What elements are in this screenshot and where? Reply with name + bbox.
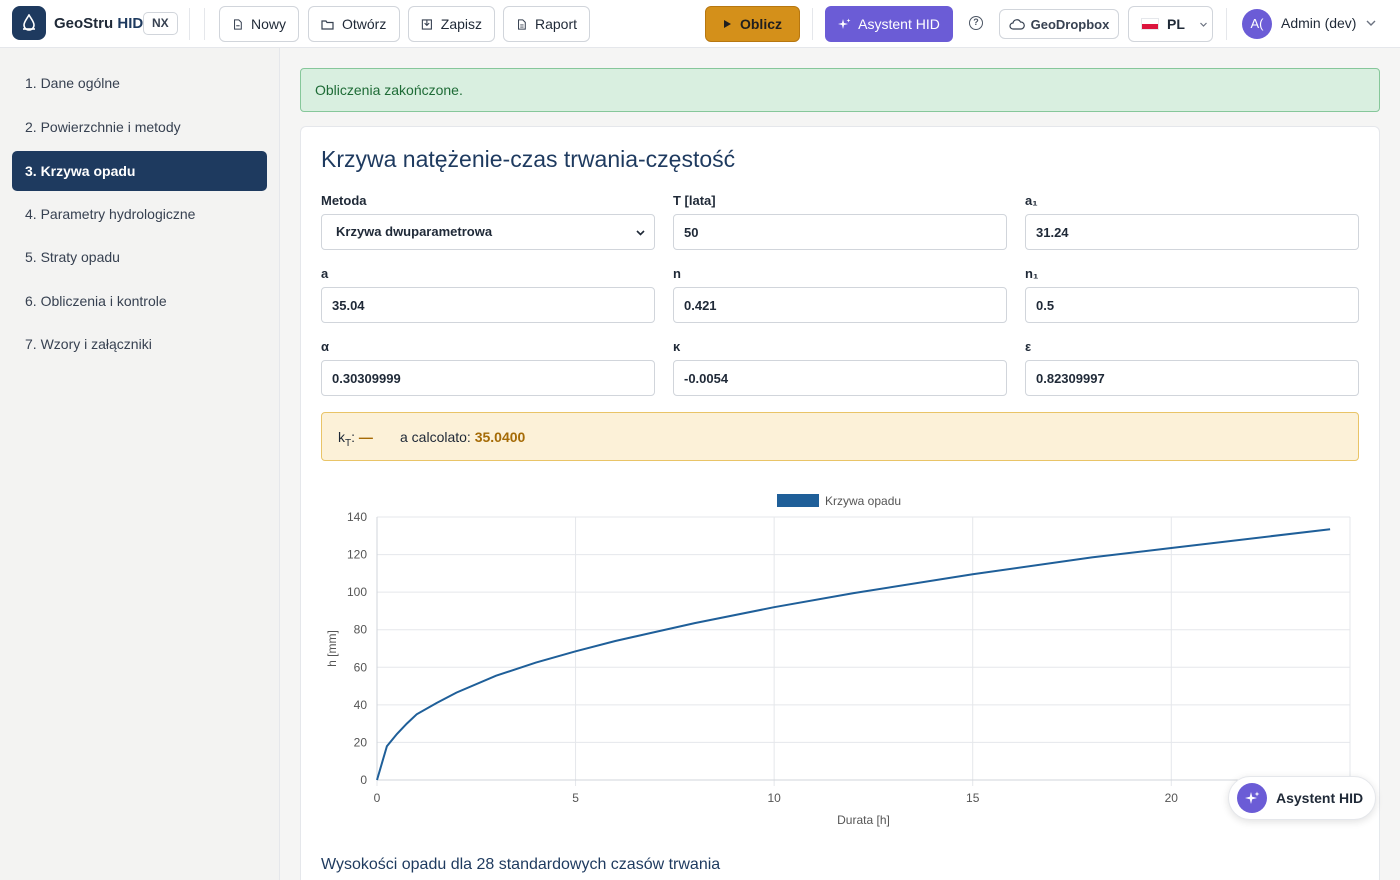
top-bar: GeoStru HID NX Nowy Otwórz Zapisz Raport… bbox=[0, 0, 1400, 48]
epsilon-label: ε bbox=[1025, 339, 1032, 354]
y-tick-label: 60 bbox=[354, 660, 368, 674]
a1-label: a₁ bbox=[1025, 193, 1038, 208]
legend-swatch bbox=[777, 494, 819, 507]
t-input[interactable] bbox=[673, 214, 1007, 250]
metoda-label: Metoda bbox=[321, 193, 367, 208]
assistant-fab-label: Asystent HID bbox=[1276, 790, 1364, 806]
a-input[interactable] bbox=[321, 287, 655, 323]
calculate-button[interactable]: Oblicz bbox=[705, 6, 800, 42]
x-axis-label: Durata [h] bbox=[837, 813, 890, 827]
save-icon bbox=[421, 18, 432, 30]
chevron-down-icon bbox=[1199, 22, 1207, 27]
divider bbox=[204, 8, 205, 40]
edition-badge: NX bbox=[143, 12, 178, 35]
chart-svg: 0 20 40 60 80 100 120 140 0 5 10 15 20 Krzywa opadu Du… bbox=[325, 494, 1351, 827]
page-title: Krzywa natężenie-czas trwania-częstość bbox=[321, 146, 736, 172]
geodropbox-button[interactable]: GeoDropbox bbox=[999, 9, 1119, 39]
language-select[interactable]: PL bbox=[1128, 6, 1213, 42]
alpha-label: α bbox=[321, 339, 329, 354]
sidebar-item-straty[interactable]: 5. Straty opadu bbox=[12, 237, 267, 277]
divider bbox=[1226, 8, 1227, 40]
app-logo[interactable] bbox=[12, 6, 46, 40]
x-tick-label: 0 bbox=[374, 791, 381, 805]
alpha-input[interactable] bbox=[321, 360, 655, 396]
cloud-icon bbox=[1009, 18, 1025, 30]
avatar[interactable]: A( bbox=[1242, 9, 1272, 39]
t-label: T [lata] bbox=[673, 193, 716, 208]
brand-name: GeoStru HID bbox=[54, 15, 144, 32]
sidebar-item-wzory[interactable]: 7. Wzory i załączniki bbox=[12, 324, 267, 364]
n-label: n bbox=[673, 266, 681, 281]
document-icon bbox=[518, 18, 526, 30]
divider bbox=[189, 8, 190, 40]
a-calcolato-value: 35.0400 bbox=[474, 429, 526, 445]
y-tick-label: 40 bbox=[354, 698, 368, 712]
kappa-input[interactable] bbox=[673, 360, 1007, 396]
poland-flag-icon bbox=[1141, 18, 1159, 30]
success-alert: Obliczenia zakończone. bbox=[300, 68, 1380, 112]
folder-icon bbox=[321, 19, 334, 30]
sparkle-icon bbox=[838, 18, 851, 29]
epsilon-input[interactable] bbox=[1025, 360, 1359, 396]
sidebar: 1. Dane ogólne 2. Powierzchnie i metody … bbox=[0, 48, 280, 880]
kt-label: kT: — bbox=[338, 429, 373, 449]
open-button[interactable]: Otwórz bbox=[308, 6, 400, 42]
kappa-label: κ bbox=[673, 339, 681, 354]
chevron-down-icon[interactable] bbox=[1365, 17, 1377, 29]
y-tick-label: 140 bbox=[347, 510, 367, 524]
n1-label: n₁ bbox=[1025, 266, 1039, 281]
sidebar-item-krzywa-opadu[interactable]: 3. Krzywa opadu bbox=[12, 151, 267, 191]
save-button[interactable]: Zapisz bbox=[408, 6, 495, 42]
file-icon bbox=[234, 18, 242, 30]
user-name[interactable]: Admin (dev) bbox=[1281, 15, 1356, 31]
n1-input[interactable] bbox=[1025, 287, 1359, 323]
a-label: a bbox=[321, 266, 329, 281]
sparkle-icon bbox=[1237, 783, 1267, 813]
kt-value: — bbox=[358, 429, 373, 445]
rainfall-chart: 0 20 40 60 80 100 120 140 0 5 10 15 20 Krzywa opadu Du… bbox=[321, 485, 1359, 830]
durations-table-title: Wysokości opadu dla 28 standardowych cza… bbox=[321, 856, 721, 873]
sidebar-item-parametry[interactable]: 4. Parametry hydrologiczne bbox=[12, 194, 267, 234]
chevron-down-icon bbox=[636, 230, 645, 236]
a1-input[interactable] bbox=[1025, 214, 1359, 250]
y-tick-label: 120 bbox=[347, 548, 367, 562]
y-tick-label: 20 bbox=[354, 735, 368, 749]
y-tick-label: 100 bbox=[347, 585, 367, 599]
sidebar-item-obliczenia[interactable]: 6. Obliczenia i kontrole bbox=[12, 281, 267, 321]
a-calcolato: a calcolato: 35.0400 bbox=[400, 429, 526, 445]
y-axis-label: h [mm] bbox=[325, 630, 339, 667]
legend-label: Krzywa opadu bbox=[825, 494, 901, 508]
kt-info-box: kT: — a calcolato: 35.0400 bbox=[321, 412, 1359, 461]
sidebar-item-dane-ogolne[interactable]: 1. Dane ogólne bbox=[12, 63, 267, 103]
new-button[interactable]: Nowy bbox=[219, 6, 299, 42]
x-tick-label: 15 bbox=[966, 791, 980, 805]
assistant-fab[interactable]: Asystent HID bbox=[1228, 776, 1376, 820]
y-tick-label: 80 bbox=[354, 623, 368, 637]
y-tick-label: 0 bbox=[360, 773, 367, 787]
help-icon[interactable]: ? bbox=[969, 16, 983, 30]
x-tick-label: 10 bbox=[767, 791, 781, 805]
sidebar-item-powierzchnie[interactable]: 2. Powierzchnie i metody bbox=[12, 107, 267, 147]
assistant-button[interactable]: Asystent HID bbox=[825, 6, 953, 42]
x-tick-label: 20 bbox=[1165, 791, 1179, 805]
report-button[interactable]: Raport bbox=[503, 6, 590, 42]
drop-logo-icon bbox=[23, 14, 35, 31]
play-icon bbox=[723, 20, 731, 28]
n-input[interactable] bbox=[673, 287, 1007, 323]
x-tick-label: 5 bbox=[572, 791, 579, 805]
divider bbox=[812, 8, 813, 40]
metoda-select[interactable]: Krzywa dwuparametrowa bbox=[321, 214, 655, 250]
